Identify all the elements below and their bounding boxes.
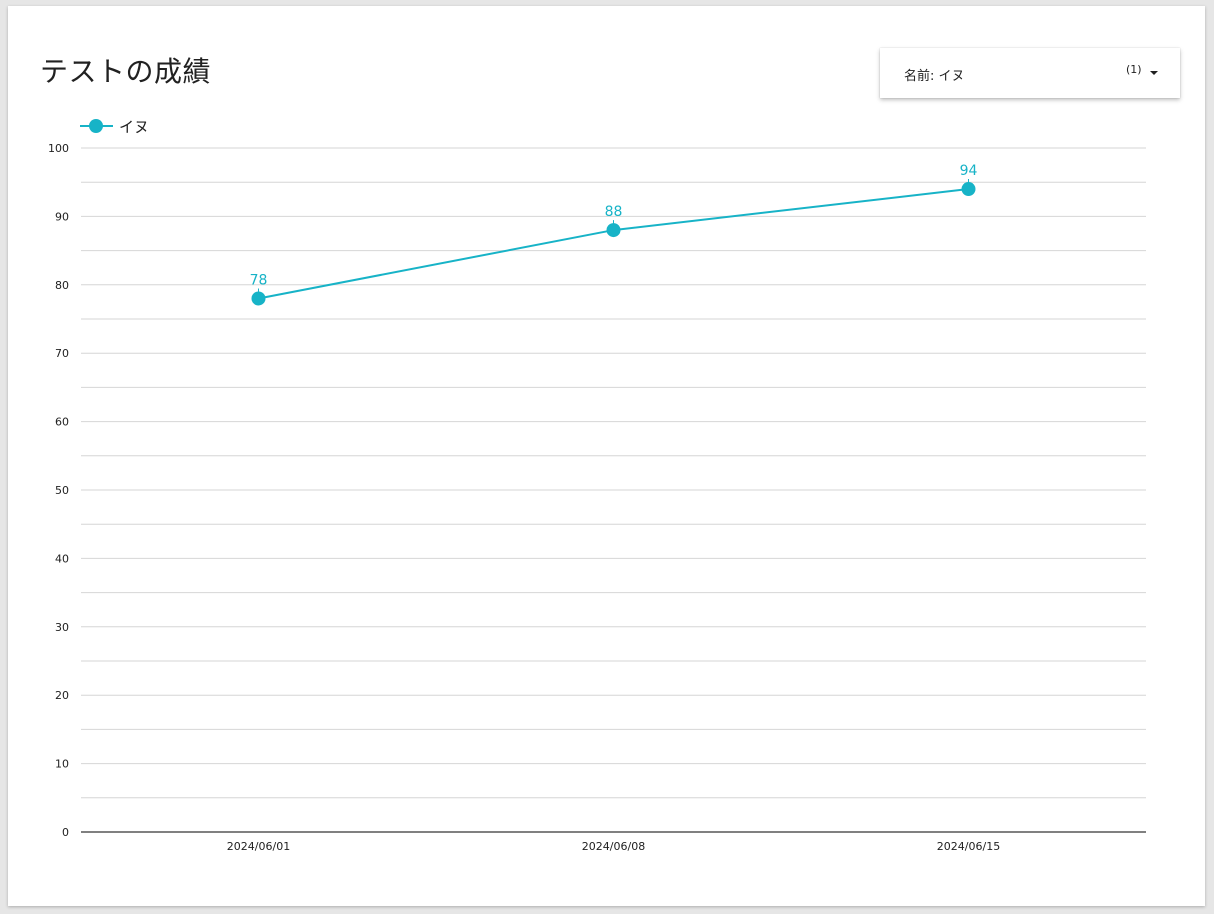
y-tick-label: 10 [55,758,69,771]
x-tick-label: 2024/06/01 [227,840,290,853]
data-point [961,182,976,197]
y-tick-label: 30 [55,621,69,634]
y-tick-label: 70 [55,347,69,360]
x-tick-label: 2024/06/08 [582,840,645,853]
y-tick-label: 100 [48,142,69,155]
data-label: 78 [250,272,268,288]
x-tick-label: 2024/06/15 [937,840,1000,853]
y-tick-label: 80 [55,279,69,292]
data-label: 88 [605,204,623,220]
y-tick-label: 50 [55,484,69,497]
y-tick-label: 90 [55,210,69,223]
data-label: 94 [960,163,978,179]
line-chart: 0 10 20 30 40 50 60 70 80 90 100 2024/06/01 2024/06/… [48,142,1146,853]
y-tick-label: 60 [55,416,69,429]
y-tick-label: 20 [55,689,69,702]
data-point [606,223,621,238]
data-point [251,291,266,306]
y-tick-label: 40 [55,552,69,565]
y-tick-label: 0 [62,826,69,839]
